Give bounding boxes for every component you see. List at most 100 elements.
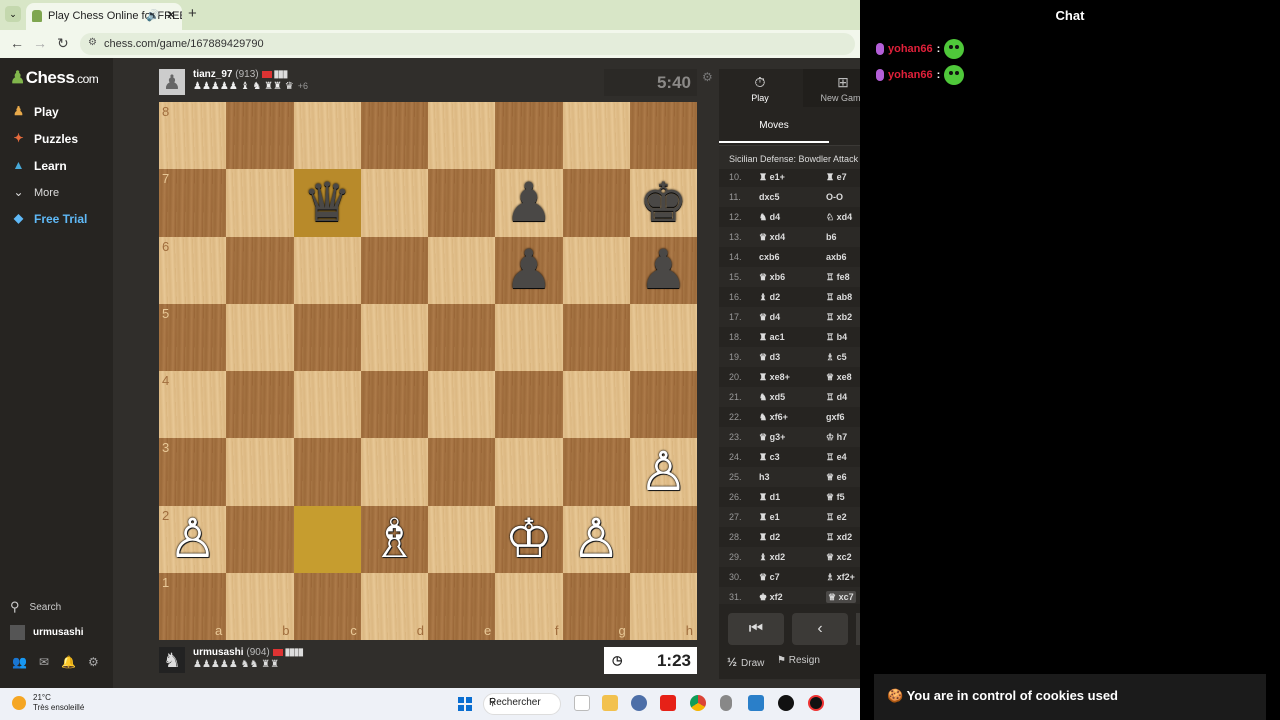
square-d6[interactable] bbox=[360, 236, 428, 304]
square-g2[interactable]: ♙ bbox=[562, 505, 630, 573]
black-piece-f7[interactable]: ♟ bbox=[495, 169, 562, 236]
black-move[interactable]: ♔ h7 bbox=[826, 432, 860, 443]
white-move[interactable]: ♛ d3 bbox=[759, 352, 826, 363]
white-move[interactable]: ♛ xb6 bbox=[759, 272, 826, 283]
black-move[interactable]: ♜ e7 bbox=[826, 172, 860, 183]
square-f8[interactable] bbox=[495, 102, 563, 170]
square-h3[interactable]: ♙ bbox=[629, 438, 697, 506]
square-e8[interactable] bbox=[428, 102, 496, 170]
notifications-icon[interactable]: 🔔 bbox=[61, 655, 76, 669]
board-settings-gear-icon[interactable]: ⚙ bbox=[702, 70, 713, 84]
square-g8[interactable] bbox=[562, 102, 630, 170]
obs-recording-icon[interactable] bbox=[808, 695, 824, 711]
square-c7[interactable]: ♛ bbox=[293, 169, 361, 237]
square-c1[interactable]: c bbox=[293, 572, 361, 640]
square-a7[interactable]: 7 bbox=[159, 169, 227, 237]
square-f2[interactable]: ♔ bbox=[495, 505, 563, 573]
black-move[interactable]: ♕ xc7 bbox=[826, 590, 860, 603]
move-list[interactable]: 10. ♜ e1+ ♜ e7 11. dxc5 O-O 12. ♞ d4 ♘ xd4 13. ♛ x… bbox=[719, 167, 860, 604]
white-move[interactable]: ♛ xd4 bbox=[759, 232, 826, 243]
windows-start-icon[interactable] bbox=[458, 697, 472, 711]
draw-button[interactable]: ½ Draw bbox=[727, 655, 764, 669]
settings-gear-icon[interactable]: ⚙ bbox=[88, 655, 99, 669]
square-a2[interactable]: 2 ♙ bbox=[159, 505, 227, 573]
square-c3[interactable] bbox=[293, 438, 361, 506]
youtube-icon[interactable] bbox=[660, 695, 676, 711]
white-move[interactable]: ♜ d2 bbox=[759, 532, 826, 543]
square-a4[interactable]: 4 bbox=[159, 371, 227, 439]
square-e1[interactable]: e bbox=[428, 572, 496, 640]
black-move[interactable]: b6 bbox=[826, 232, 860, 242]
black-move[interactable]: gxf6 bbox=[826, 412, 860, 422]
avatar[interactable]: ♞ bbox=[159, 647, 185, 673]
white-move[interactable]: ♝ d2 bbox=[759, 292, 826, 303]
white-move[interactable]: ♛ d4 bbox=[759, 312, 826, 323]
tab-play[interactable]: ⏱ Play bbox=[719, 69, 801, 107]
square-f4[interactable] bbox=[495, 371, 563, 439]
close-tab-icon[interactable]: ✕ bbox=[166, 8, 176, 22]
black-move[interactable]: O-O bbox=[826, 192, 860, 202]
sidebar-user[interactable]: urmusashi bbox=[10, 625, 84, 640]
white-move[interactable]: ♞ xf6+ bbox=[759, 412, 826, 423]
square-d3[interactable] bbox=[360, 438, 428, 506]
square-g3[interactable] bbox=[562, 438, 630, 506]
square-h2[interactable] bbox=[629, 505, 697, 573]
black-move[interactable]: ♖ fe8 bbox=[826, 272, 860, 283]
chrome-icon[interactable] bbox=[690, 695, 706, 711]
square-b4[interactable] bbox=[226, 371, 294, 439]
square-h7[interactable]: ♚ bbox=[629, 169, 697, 237]
sidebar-item-play[interactable]: ♟ Play bbox=[10, 104, 59, 119]
avatar[interactable]: ♟ bbox=[159, 69, 185, 95]
new-tab-button[interactable]: + bbox=[188, 5, 197, 22]
square-g4[interactable] bbox=[562, 371, 630, 439]
square-c6[interactable] bbox=[293, 236, 361, 304]
black-move[interactable]: ♖ ab8 bbox=[826, 292, 860, 303]
black-move[interactable]: ♕ e6 bbox=[826, 472, 860, 483]
square-g1[interactable]: g bbox=[562, 572, 630, 640]
white-move[interactable]: dxc5 bbox=[759, 192, 826, 202]
square-e4[interactable] bbox=[428, 371, 496, 439]
mouse-icon[interactable] bbox=[720, 695, 732, 711]
folder-icon[interactable] bbox=[602, 695, 618, 711]
sidebar-item-learn[interactable]: ▲ Learn bbox=[10, 158, 67, 173]
browser-tab[interactable]: Play Chess Online for FREE 🔊 ✕ bbox=[26, 3, 182, 30]
white-move[interactable]: ♜ ac1 bbox=[759, 332, 826, 343]
black-move[interactable]: ♖ xd2 bbox=[826, 532, 860, 543]
messages-icon[interactable]: ✉ bbox=[39, 655, 49, 669]
white-move[interactable]: ♞ d4 bbox=[759, 212, 826, 223]
speaker-icon[interactable]: 🔊 bbox=[146, 9, 160, 22]
white-piece-a2[interactable]: ♙ bbox=[159, 506, 226, 573]
white-move[interactable]: ♜ d1 bbox=[759, 492, 826, 503]
square-e6[interactable] bbox=[428, 236, 496, 304]
square-e3[interactable] bbox=[428, 438, 496, 506]
black-move[interactable]: ♗ c5 bbox=[826, 352, 860, 363]
resign-button[interactable]: ⚑ Resign bbox=[777, 655, 820, 666]
square-c8[interactable] bbox=[293, 102, 361, 170]
white-move[interactable]: ♜ xe8+ bbox=[759, 372, 826, 383]
player-name[interactable]: urmusashi bbox=[193, 647, 244, 658]
square-b1[interactable]: b bbox=[226, 572, 294, 640]
url-input[interactable]: ⚙ chess.com/game/167889429790 bbox=[80, 33, 855, 55]
tab-search-menu-button[interactable]: ⌄ bbox=[5, 6, 21, 22]
forward-arrow-icon[interactable]: → bbox=[33, 35, 47, 51]
square-c4[interactable] bbox=[293, 371, 361, 439]
square-a5[interactable]: 5 bbox=[159, 303, 227, 371]
white-piece-f2[interactable]: ♔ bbox=[495, 506, 562, 573]
chat-username[interactable]: yohan66 bbox=[888, 69, 933, 81]
white-move[interactable]: ♜ e1 bbox=[759, 512, 826, 523]
black-piece-c7[interactable]: ♛ bbox=[294, 169, 361, 236]
square-h8[interactable] bbox=[629, 102, 697, 170]
black-move[interactable]: ♖ e2 bbox=[826, 512, 860, 523]
square-d8[interactable] bbox=[360, 102, 428, 170]
tab-moves[interactable]: Moves bbox=[719, 107, 829, 143]
first-move-button[interactable]: ⏮ bbox=[728, 613, 784, 645]
square-g6[interactable] bbox=[562, 236, 630, 304]
sidebar-item-puzzles[interactable]: ✦ Puzzles bbox=[10, 131, 78, 146]
square-d5[interactable] bbox=[360, 303, 428, 371]
chat-username[interactable]: yohan66 bbox=[888, 43, 933, 55]
black-move[interactable]: ♖ b4 bbox=[826, 332, 860, 343]
taskbar-search[interactable]: ⚲ Rechercher bbox=[483, 693, 561, 715]
black-piece-h6[interactable]: ♟ bbox=[630, 237, 697, 304]
square-b7[interactable] bbox=[226, 169, 294, 237]
black-move[interactable]: ♗ xf2+ bbox=[826, 572, 860, 583]
